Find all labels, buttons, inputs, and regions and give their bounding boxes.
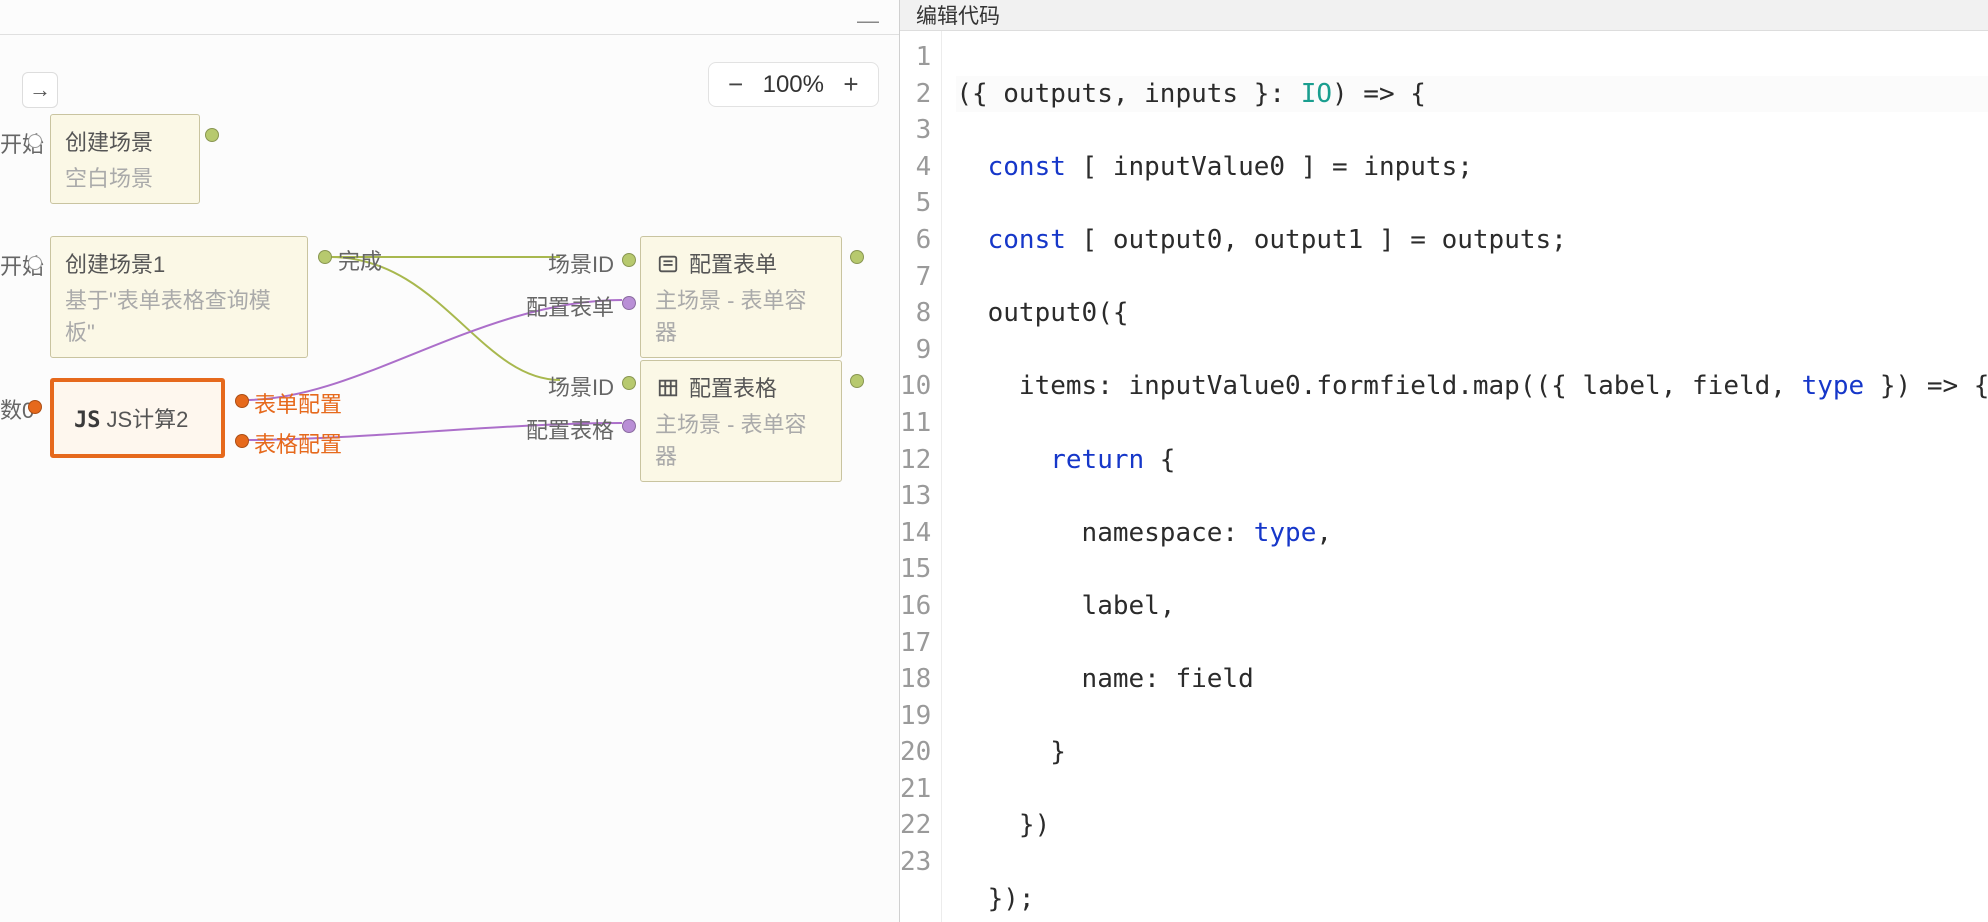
minimize-button[interactable]: — [857, 8, 879, 34]
zoom-out-button[interactable]: − [727, 69, 745, 100]
node-config-form[interactable]: 配置表单 主场景 - 表单容器 [640, 236, 842, 358]
port-label-table-config: 表格配置 [254, 427, 342, 459]
port-dot[interactable] [622, 419, 636, 433]
node-create-scene[interactable]: 创建场景 空白场景 [50, 114, 200, 204]
port-label-done: 完成 [338, 244, 382, 276]
port-label-config-table: 配置表格 [526, 413, 614, 445]
zoom-level: 100% [763, 71, 824, 99]
node-subtitle: 主场景 - 表单容器 [655, 283, 827, 347]
node-title: 创建场景1 [65, 247, 293, 279]
port-dot[interactable] [28, 134, 42, 148]
node-create-scene1[interactable]: 创建场景1 基于"表单表格查询模板" [50, 236, 308, 358]
js-icon: JS [74, 408, 101, 433]
port-dot[interactable] [205, 128, 219, 142]
port-dot[interactable] [28, 400, 42, 414]
editor-title: 编辑代码 [900, 0, 1988, 31]
code-editor[interactable]: 1234567891011121314151617181920212223 ({… [900, 31, 1988, 922]
node-subtitle: 空白场景 [65, 161, 185, 193]
zoom-control: − 100% + [708, 62, 879, 107]
collapse-arrow-button[interactable]: → [22, 72, 58, 108]
form-icon [655, 253, 681, 275]
flow-canvas[interactable]: — → − 100% + 开始 开始 数0 创建场景 空白场景 [0, 0, 900, 922]
node-subtitle: 基于"表单表格查询模板" [65, 283, 293, 347]
node-title: JS计算2 [107, 407, 189, 432]
node-title: 配置表格 [655, 371, 827, 403]
line-number-gutter: 1234567891011121314151617181920212223 [900, 31, 942, 922]
port-dot[interactable] [850, 250, 864, 264]
code-editor-pane: 编辑代码 12345678910111213141516171819202122… [900, 0, 1988, 922]
zoom-in-button[interactable]: + [842, 69, 860, 100]
port-label-scene-id: 场景ID [548, 247, 614, 279]
node-config-table[interactable]: 配置表格 主场景 - 表单容器 [640, 360, 842, 482]
port-dot[interactable] [622, 376, 636, 390]
node-js-compute2[interactable]: JSJS计算2 [50, 378, 225, 458]
port-dot[interactable] [318, 250, 332, 264]
port-dot[interactable] [850, 374, 864, 388]
node-title: 配置表单 [655, 247, 827, 279]
port-dot[interactable] [235, 394, 249, 408]
node-subtitle: 主场景 - 表单容器 [655, 407, 827, 471]
port-dot[interactable] [28, 256, 42, 270]
port-dot[interactable] [622, 253, 636, 267]
port-dot[interactable] [235, 434, 249, 448]
node-title: 创建场景 [65, 125, 185, 157]
port-label-form-config: 表单配置 [254, 387, 342, 419]
table-icon [655, 377, 681, 399]
code-lines[interactable]: ({ outputs, inputs }: IO) => { const [ i… [942, 31, 1988, 922]
port-dot[interactable] [622, 296, 636, 310]
port-label-scene-id: 场景ID [548, 370, 614, 402]
port-label-config-form: 配置表单 [526, 290, 614, 322]
